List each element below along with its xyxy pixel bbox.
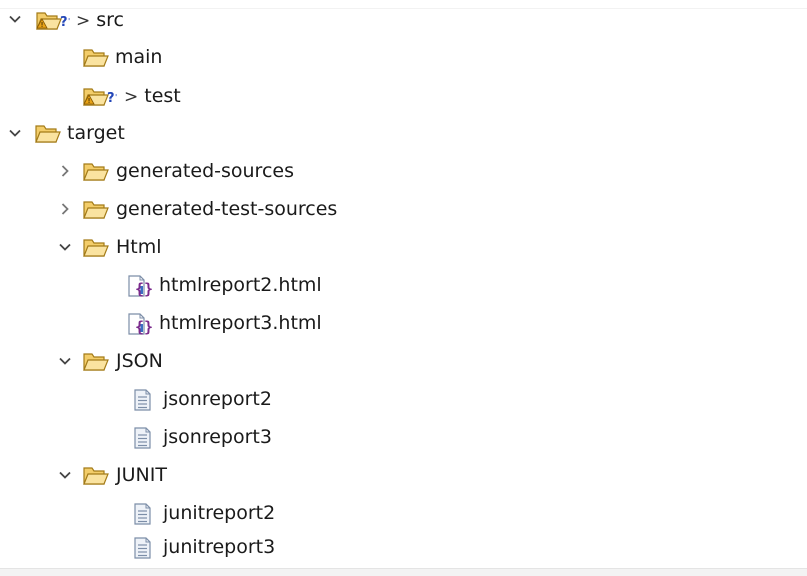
warning-unknown-folder-icon: ! ? ': [33, 4, 73, 38]
tree-item-label: generated-test-sources: [116, 198, 338, 220]
folder-open-icon: [34, 123, 62, 149]
tree-row-test[interactable]: ! ? ' > test: [0, 76, 807, 114]
tree-item-label: Html: [116, 236, 162, 258]
folder-open-icon: [82, 47, 110, 73]
text-file-icon: [133, 502, 153, 530]
git-decoration-marker: >: [76, 11, 91, 31]
tree-row-junitreport3[interactable]: junitreport3: [0, 528, 807, 566]
tree-row-generated-test-sources[interactable]: generated-test-sources: [0, 190, 807, 228]
chevron-down-icon[interactable]: [54, 464, 76, 486]
svg-text:?: ?: [107, 91, 115, 106]
svg-text:!: !: [41, 21, 44, 29]
tree-row-html-folder[interactable]: Html: [0, 228, 807, 266]
tree-row-generated-sources[interactable]: generated-sources: [0, 152, 807, 190]
text-file-icon: [133, 426, 153, 454]
svg-text:!: !: [88, 97, 91, 105]
folder-open-icon: [82, 351, 110, 377]
project-explorer-tree: ! ? ' > src main ! ? ' > test target gen…: [0, 0, 807, 576]
tree-row-target[interactable]: target: [0, 114, 807, 152]
text-file-icon: [133, 388, 153, 416]
tree-item-label: JUNIT: [116, 464, 167, 486]
tree-row-htmlreport2[interactable]: { } htmlreport2.html: [0, 266, 807, 304]
chevron-down-icon[interactable]: [54, 350, 76, 372]
chevron-right-icon[interactable]: [54, 198, 76, 220]
tree-item-label: generated-sources: [116, 160, 294, 182]
tree-item-label: main: [115, 46, 163, 68]
svg-text:': ': [115, 93, 117, 102]
tree-row-jsonreport2[interactable]: jsonreport2: [0, 380, 807, 418]
html-file-icon: { }: [127, 274, 153, 302]
tree-row-htmlreport3[interactable]: { } htmlreport3.html: [0, 304, 807, 342]
chevron-down-icon[interactable]: [54, 236, 76, 258]
tree-row-main[interactable]: main: [0, 38, 807, 76]
tree-item-label: htmlreport3.html: [159, 312, 322, 334]
text-file-icon: [133, 536, 153, 564]
tree-item-label: test: [144, 85, 181, 107]
tree-item-label: junitreport2: [163, 502, 276, 524]
tree-row-junitreport2[interactable]: junitreport2: [0, 494, 807, 532]
tree-row-src[interactable]: ! ? ' > src: [0, 0, 807, 38]
warning-unknown-folder-icon: ! ? ': [80, 80, 120, 114]
tree-row-junit-folder[interactable]: JUNIT: [0, 456, 807, 494]
svg-text:': ': [68, 17, 70, 26]
svg-text:?: ?: [60, 15, 68, 30]
tree-item-label: htmlreport2.html: [159, 274, 322, 296]
svg-text:}: }: [144, 280, 153, 298]
git-decoration-marker: >: [124, 87, 139, 107]
tree-item-label: jsonreport3: [163, 426, 272, 448]
folder-open-icon: [82, 161, 110, 187]
folder-open-icon: [82, 465, 110, 491]
tree-item-label: JSON: [116, 350, 163, 372]
folder-open-icon: [82, 237, 110, 263]
tree-item-label: junitreport3: [163, 536, 276, 558]
tree-item-label: target: [67, 122, 125, 144]
tree-row-json-folder[interactable]: JSON: [0, 342, 807, 380]
chevron-right-icon[interactable]: [54, 160, 76, 182]
chevron-down-icon[interactable]: [4, 122, 26, 144]
tree-item-label: jsonreport2: [163, 388, 272, 410]
tree-item-label: src: [96, 9, 124, 31]
folder-open-icon: [82, 199, 110, 225]
chevron-down-icon[interactable]: [4, 8, 26, 30]
tree-row-jsonreport3[interactable]: jsonreport3: [0, 418, 807, 456]
svg-text:}: }: [144, 318, 153, 336]
html-file-icon: { }: [127, 312, 153, 340]
